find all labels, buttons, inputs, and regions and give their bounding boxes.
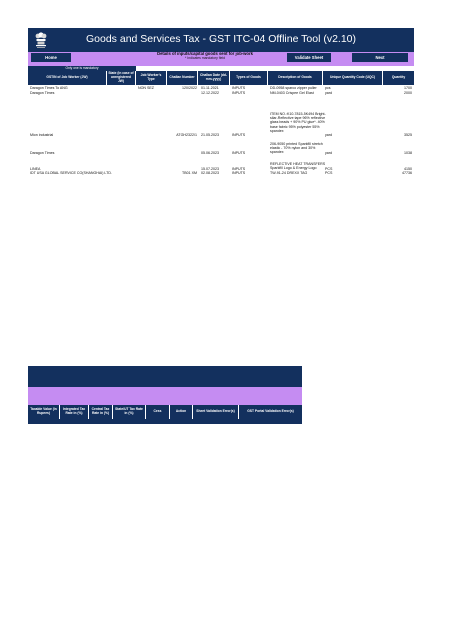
table-cell-jw-type[interactable]: NON SEZ [138,86,154,90]
table-cell-description[interactable]: NM-0403 Crispee Gel Elast [270,91,326,95]
table-cell-quantity[interactable]: 3525 [384,133,412,137]
table-cell-description[interactable]: ITEM NO.:K10-7815-5K494 Bright-silar-Ref… [270,112,326,133]
table-cell-challan-number[interactable]: TB01 XM [168,171,197,175]
table-cell-goods-type[interactable]: INPUTS [232,171,245,175]
table-cell-quantity[interactable]: 47736 [384,171,412,175]
col-gstin: GSTIN of Job Worker (JW) [28,71,107,85]
table-cell-uqc[interactable]: yard [325,151,332,155]
table-cell-challan-date[interactable]: 02.08.2023 [201,171,219,175]
table-cell-challan-date[interactable]: 21.05.2023 [201,133,219,137]
table-cell-goods-type[interactable]: INPUTS [232,151,245,155]
col-state-tax-rate: State/UT Tax Rate in (%) [113,405,146,419]
col-central-tax-rate: Central Tax Rate in (%) [89,405,113,419]
table-cell-challan-date[interactable]: 05.06.2023 [201,151,219,155]
table-cell-gstin[interactable]: Daragon Times [30,151,54,155]
col-description: Description of Goods [268,71,323,85]
col-taxable-value: Taxable Value (In Rupees) [28,405,60,419]
table-cell-uqc[interactable]: PCS [325,171,332,175]
table-cell-challan-date[interactable]: 12.12.2022 [201,91,219,95]
lower-header-band [28,366,302,383]
col-types-of-goods: Types of Goods [230,71,268,85]
india-emblem-icon [33,30,49,50]
home-button[interactable]: Home [31,53,71,62]
table-cell-challan-number[interactable]: ATGH2322/1 [167,133,197,137]
table-cell-description[interactable]: 206-9050 printed Sparkfill stretch elast… [270,142,326,155]
table-cell-description[interactable]: REFLECTIVE HEAT TRANSFERS Sparkfill Logo… [270,162,326,170]
table-cell-quantity[interactable]: 1038 [384,151,412,155]
lower-toolbar-band [28,387,302,405]
col-uqc: Unique Quantity Code (UQC) [323,71,383,85]
col-action: Action [170,405,193,419]
col-challan-number: Challan Number [167,71,198,85]
table-cell-goods-type[interactable]: INPUTS [232,91,245,95]
table-cell-gstin[interactable]: Mion industrial [30,133,53,137]
col-jw-type: Job Worker's Type [136,71,167,85]
table-cell-description[interactable]: TW-91-24 DREXX TAG [270,171,326,175]
next-button[interactable]: Next [352,53,408,62]
col-cess: Cess [146,405,170,419]
validate-sheet-button[interactable]: Validate Sheet [287,53,331,62]
col-state: State (in case of unregistered JW) [107,71,136,85]
table-cell-uqc[interactable]: yard [325,91,332,95]
table-cell-gstin[interactable]: Daragon Times [30,91,54,95]
table-cell-uqc[interactable]: yard [325,133,332,137]
table-cell-challan-number[interactable]: 120/2022 [168,86,197,90]
mandatory-note: * Indicates mandatory field [185,56,225,60]
page-title: Goods and Services Tax - GST ITC-04 Offl… [86,33,357,45]
col-quantity: Quantity [391,75,406,80]
col-sheet-validation-errors: Sheet Validation Error(s) [193,405,239,419]
col-challan-date: Challan Date (dd-mm-yyyy) [198,71,230,85]
table-cell-goods-type[interactable]: INPUTS [232,133,245,137]
table-cell-quantity[interactable]: 2000 [384,91,412,95]
col-portal-validation-errors: GST Portal Validation Error(s) [247,409,294,414]
table-cell-gstin[interactable]: IDT USA GLOBAL SERVICE CO(SHANGHAI) LTD. [30,171,112,175]
col-integrated-tax-rate: Integrated Tax Rate in (%) [60,405,89,419]
